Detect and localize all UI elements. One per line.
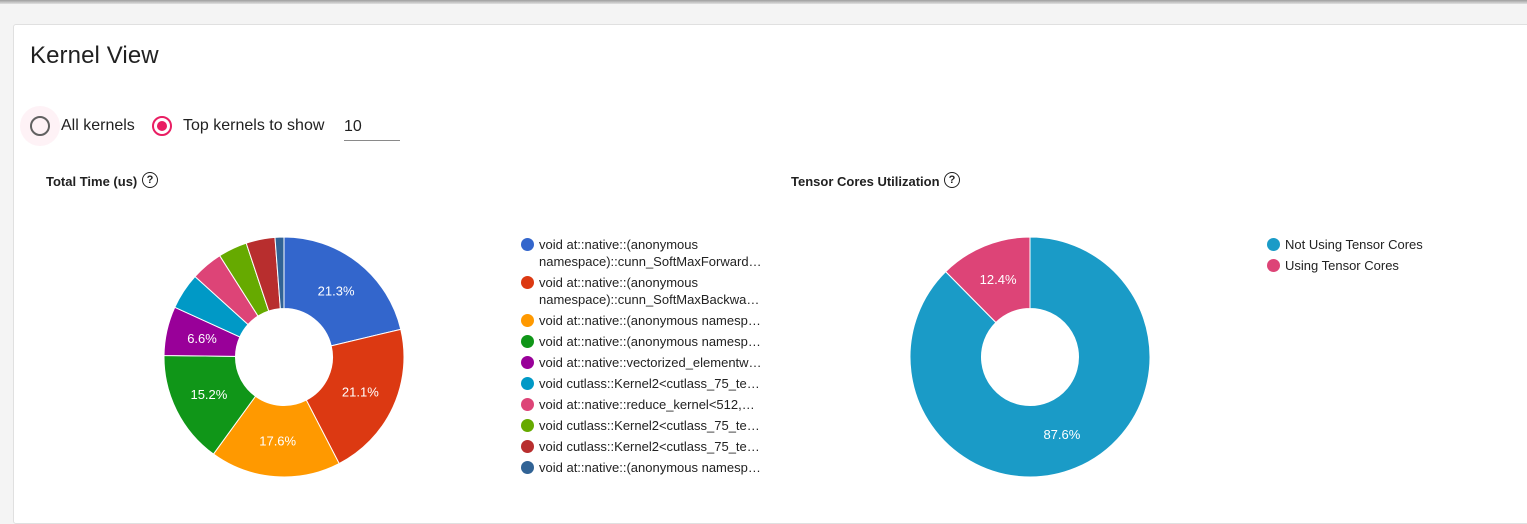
total-time-donut-chart: 21.3% 21.1% 17.6% 15.2% 6.6% bbox=[163, 236, 405, 478]
legend-label: void at::native::(anonymous namesp… bbox=[521, 459, 776, 476]
top-divider bbox=[0, 0, 1527, 4]
legend-label-line: void at::native::reduce_kernel<512,… bbox=[539, 397, 755, 412]
pie-slice-data-label: 12.4% bbox=[980, 272, 1017, 287]
tensor-cores-legend: Not Using Tensor Cores Using Tensor Cores bbox=[1267, 236, 1467, 278]
legend-swatch-icon bbox=[521, 461, 534, 474]
total-time-legend: void at::native::(anonymousnamespace)::c… bbox=[521, 236, 776, 480]
pie-slice-data-label: 15.2% bbox=[190, 387, 227, 402]
legend-label-line: namespace)::cunn_SoftMaxBackwa… bbox=[539, 292, 760, 307]
legend-item[interactable]: Using Tensor Cores bbox=[1267, 257, 1467, 274]
radio-all-kernels[interactable]: All kernels bbox=[20, 104, 145, 148]
legend-item[interactable]: void cutlass::Kernel2<cutlass_75_te… bbox=[521, 438, 776, 455]
legend-swatch-icon bbox=[521, 238, 534, 251]
legend-label-line: void at::native::(anonymous namesp… bbox=[539, 460, 761, 475]
radio-all-kernels-label: All kernels bbox=[61, 117, 135, 134]
legend-swatch-icon bbox=[521, 314, 534, 327]
pie-slice-data-label: 17.6% bbox=[259, 433, 296, 448]
legend-label: void cutlass::Kernel2<cutlass_75_te… bbox=[521, 438, 776, 455]
top-kernels-count-input[interactable] bbox=[344, 114, 400, 141]
legend-label-line: void at::native::vectorized_elementw… bbox=[539, 355, 762, 370]
legend-item[interactable]: void cutlass::Kernel2<cutlass_75_te… bbox=[521, 417, 776, 434]
legend-swatch-icon bbox=[521, 335, 534, 348]
legend-label-line: Not Using Tensor Cores bbox=[1285, 237, 1423, 252]
legend-item[interactable]: void at::native::reduce_kernel<512,… bbox=[521, 396, 776, 413]
legend-swatch-icon bbox=[521, 276, 534, 289]
legend-label: void at::native::(anonymousnamespace)::c… bbox=[521, 274, 776, 308]
legend-label-line: void cutlass::Kernel2<cutlass_75_te… bbox=[539, 439, 760, 454]
legend-label: void at::native::reduce_kernel<512,… bbox=[521, 396, 776, 413]
pie-slice-data-label: 87.6% bbox=[1043, 427, 1080, 442]
legend-item[interactable]: void at::native::(anonymous namesp… bbox=[521, 312, 776, 329]
legend-swatch-icon bbox=[1267, 259, 1280, 272]
legend-label-line: namespace)::cunn_SoftMaxForward… bbox=[539, 254, 762, 269]
legend-label-line: void cutlass::Kernel2<cutlass_75_te… bbox=[539, 376, 760, 391]
legend-item[interactable]: Not Using Tensor Cores bbox=[1267, 236, 1467, 253]
legend-label: void cutlass::Kernel2<cutlass_75_te… bbox=[521, 417, 776, 434]
radio-circle-icon bbox=[30, 116, 50, 136]
total-time-chart-title: Total Time (us) bbox=[46, 174, 138, 189]
radio-top-kernels-label: Top kernels to show bbox=[183, 117, 325, 134]
legend-label: void at::native::vectorized_elementw… bbox=[521, 354, 776, 371]
tensor-cores-donut-chart: 87.6% 12.4% bbox=[909, 236, 1151, 478]
legend-label-line: void at::native::(anonymous bbox=[539, 237, 698, 252]
legend-label: Using Tensor Cores bbox=[1267, 257, 1467, 274]
legend-label-line: void at::native::(anonymous namesp… bbox=[539, 334, 761, 349]
legend-item[interactable]: void at::native::(anonymousnamespace)::c… bbox=[521, 274, 776, 308]
legend-item[interactable]: void at::native::(anonymousnamespace)::c… bbox=[521, 236, 776, 270]
help-icon[interactable]: ? bbox=[944, 172, 960, 188]
legend-swatch-icon bbox=[521, 377, 534, 390]
pie-slice-data-label: 6.6% bbox=[187, 331, 217, 346]
legend-item[interactable]: void at::native::(anonymous namesp… bbox=[521, 459, 776, 476]
page-title: Kernel View bbox=[30, 42, 159, 69]
legend-label: void at::native::(anonymous namesp… bbox=[521, 312, 776, 329]
legend-swatch-icon bbox=[521, 440, 534, 453]
radio-top-kernels[interactable]: Top kernels to show bbox=[142, 104, 342, 148]
legend-label-line: void at::native::(anonymous namesp… bbox=[539, 313, 761, 328]
legend-label-line: void cutlass::Kernel2<cutlass_75_te… bbox=[539, 418, 760, 433]
legend-label-line: Using Tensor Cores bbox=[1285, 258, 1399, 273]
legend-label: void cutlass::Kernel2<cutlass_75_te… bbox=[521, 375, 776, 392]
legend-swatch-icon bbox=[521, 398, 534, 411]
legend-item[interactable]: void cutlass::Kernel2<cutlass_75_te… bbox=[521, 375, 776, 392]
radio-selected-dot-icon bbox=[157, 121, 167, 131]
help-icon[interactable]: ? bbox=[142, 172, 158, 188]
legend-swatch-icon bbox=[1267, 238, 1280, 251]
legend-label: void at::native::(anonymousnamespace)::c… bbox=[521, 236, 776, 270]
legend-item[interactable]: void at::native::(anonymous namesp… bbox=[521, 333, 776, 350]
legend-swatch-icon bbox=[521, 356, 534, 369]
pie-slice-data-label: 21.1% bbox=[342, 385, 379, 400]
legend-label: Not Using Tensor Cores bbox=[1267, 236, 1467, 253]
legend-swatch-icon bbox=[521, 419, 534, 432]
legend-label-line: void at::native::(anonymous bbox=[539, 275, 698, 290]
legend-label: void at::native::(anonymous namesp… bbox=[521, 333, 776, 350]
tensor-cores-chart-title: Tensor Cores Utilization bbox=[791, 174, 940, 189]
pie-slice-data-label: 21.3% bbox=[318, 284, 355, 299]
legend-item[interactable]: void at::native::vectorized_elementw… bbox=[521, 354, 776, 371]
